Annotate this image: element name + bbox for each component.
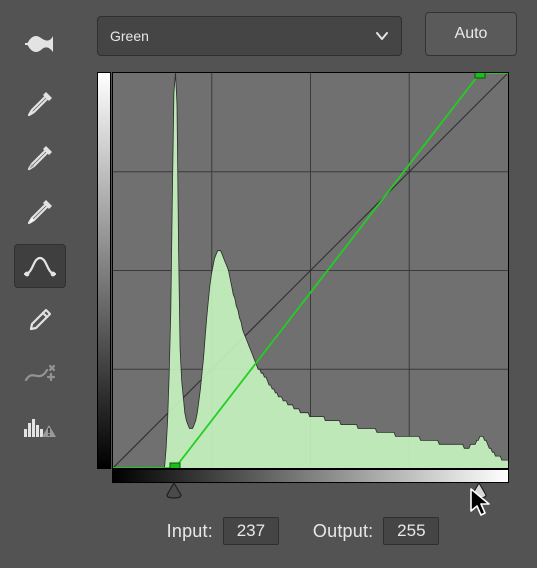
eyedropper-white-icon[interactable]: [14, 190, 66, 234]
input-output-row: Input: 237 Output: 255: [97, 515, 509, 547]
input-value-field[interactable]: 237: [223, 517, 279, 545]
preset-icon[interactable]: [14, 22, 66, 66]
curve-point-tool-icon[interactable]: [14, 244, 66, 288]
curves-properties-panel: Green Auto Input: 237 Output: 255: [0, 0, 537, 568]
auto-button[interactable]: Auto: [425, 12, 517, 56]
eyedropper-black-icon[interactable]: [14, 82, 66, 126]
chevron-down-icon: [375, 29, 389, 43]
channel-select-label: Green: [110, 28, 149, 44]
channel-select[interactable]: Green: [97, 16, 402, 56]
left-toolbar: [0, 0, 80, 568]
auto-button-label: Auto: [455, 25, 488, 43]
eyedropper-gray-icon[interactable]: [14, 136, 66, 180]
histogram-warning-icon[interactable]: [14, 406, 66, 450]
smooth-curve-icon: [14, 352, 66, 396]
curves-area: [97, 69, 509, 509]
output-label: Output:: [313, 521, 373, 542]
curves-graph[interactable]: [112, 72, 509, 469]
input-label: Input:: [167, 521, 213, 542]
pencil-tool-icon[interactable]: [14, 298, 66, 342]
output-value-field[interactable]: 255: [383, 517, 439, 545]
cursor-arrow-icon: [469, 487, 495, 517]
output-gradient-vertical: [97, 72, 111, 469]
black-point-slider[interactable]: [165, 481, 183, 499]
